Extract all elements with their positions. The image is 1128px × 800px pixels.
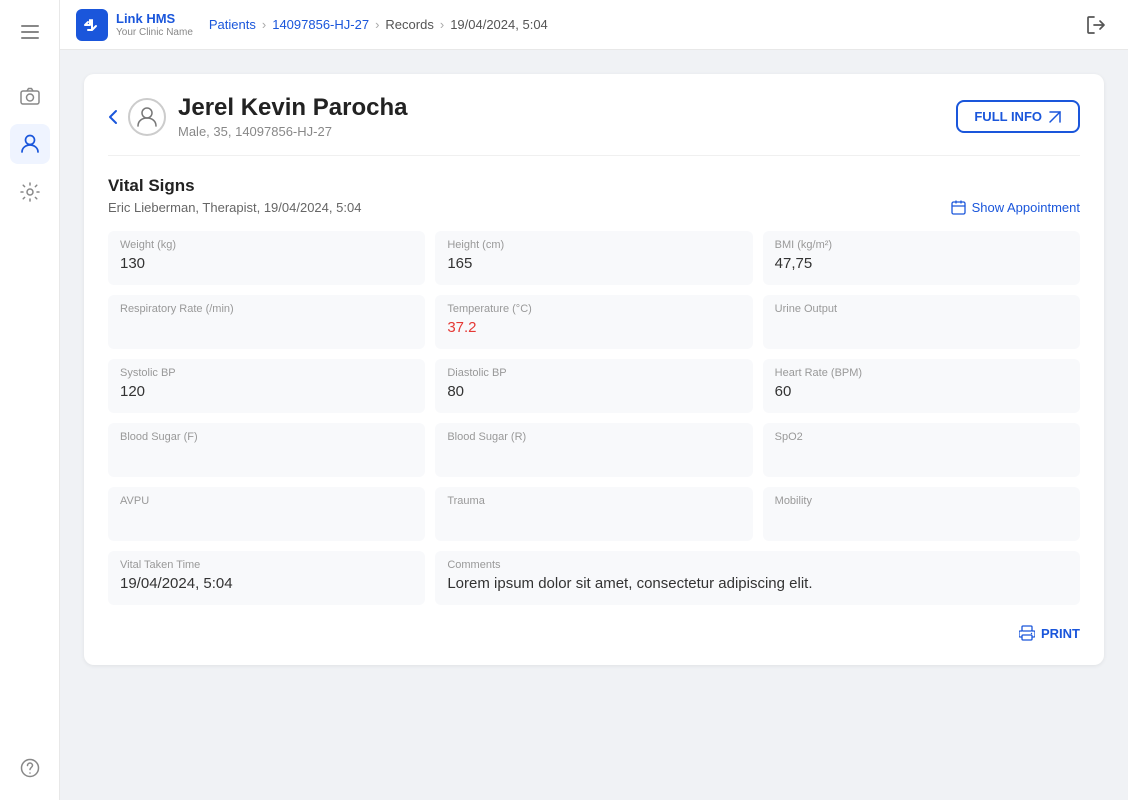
vital-temperature: Temperature (°C) 37.2 — [435, 295, 752, 349]
vital-taken-time-value: 19/04/2024, 5:04 — [120, 575, 413, 595]
vital-signs-title: Vital Signs — [108, 176, 1080, 196]
vital-temperature-label: Temperature (°C) — [447, 303, 740, 315]
breadcrumb-patients[interactable]: Patients — [209, 17, 256, 32]
vital-avpu-value — [120, 511, 413, 531]
vital-temperature-value: 37.2 — [447, 319, 740, 339]
vital-signs-section: Vital Signs Eric Lieberman, Therapist, 1… — [108, 176, 1080, 641]
vital-urine-output-value — [775, 319, 1068, 339]
patient-header: Jerel Kevin Parocha Male, 35, 14097856-H… — [108, 94, 1080, 156]
vital-spo2: SpO2 — [763, 423, 1080, 477]
settings-icon[interactable] — [10, 172, 50, 212]
vital-spo2-value — [775, 447, 1068, 467]
vital-grid: Weight (kg) 130 Height (cm) 165 BMI (kg/… — [108, 231, 1080, 605]
print-label: PRINT — [1041, 626, 1080, 641]
vital-bmi-label: BMI (kg/m²) — [775, 239, 1068, 251]
vital-bmi: BMI (kg/m²) 47,75 — [763, 231, 1080, 285]
vital-systolic-bp: Systolic BP 120 — [108, 359, 425, 413]
breadcrumb: Patients › 14097856-HJ-27 › Records › 19… — [209, 17, 548, 32]
vital-comments-label: Comments — [447, 559, 1068, 571]
vital-systolic-bp-label: Systolic BP — [120, 367, 413, 379]
menu-icon[interactable] — [10, 12, 50, 52]
vital-blood-sugar-f-value — [120, 447, 413, 467]
main-area: Link HMS Your Clinic Name Patients › 140… — [60, 0, 1128, 800]
vital-blood-sugar-f: Blood Sugar (F) — [108, 423, 425, 477]
vital-urine-output-label: Urine Output — [775, 303, 1068, 315]
vital-height-label: Height (cm) — [447, 239, 740, 251]
patient-name: Jerel Kevin Parocha — [178, 94, 956, 122]
help-icon[interactable] — [10, 748, 50, 788]
vital-trauma: Trauma — [435, 487, 752, 541]
breadcrumb-sep-1: › — [262, 17, 266, 32]
vital-trauma-label: Trauma — [447, 495, 740, 507]
vital-bmi-value: 47,75 — [775, 255, 1068, 275]
logo-subtitle: Your Clinic Name — [116, 27, 193, 38]
logo-icon — [76, 9, 108, 41]
vital-respiratory-rate-value — [120, 319, 413, 339]
vital-heart-rate: Heart Rate (BPM) 60 — [763, 359, 1080, 413]
vital-diastolic-bp: Diastolic BP 80 — [435, 359, 752, 413]
vital-provider: Eric Lieberman, Therapist, 19/04/2024, 5… — [108, 200, 361, 215]
vital-height: Height (cm) 165 — [435, 231, 752, 285]
vital-diastolic-bp-label: Diastolic BP — [447, 367, 740, 379]
vital-height-value: 165 — [447, 255, 740, 275]
show-appointment-label: Show Appointment — [972, 200, 1080, 215]
breadcrumb-timestamp: 19/04/2024, 5:04 — [450, 17, 548, 32]
breadcrumb-sep-2: › — [375, 17, 379, 32]
vital-mobility-label: Mobility — [775, 495, 1068, 507]
vital-weight-label: Weight (kg) — [120, 239, 413, 251]
sidebar — [0, 0, 60, 800]
vital-weight-value: 130 — [120, 255, 413, 275]
logo-title: Link HMS — [116, 11, 193, 27]
topnav: Link HMS Your Clinic Name Patients › 140… — [60, 0, 1128, 50]
vital-comments: Comments Lorem ipsum dolor sit amet, con… — [435, 551, 1080, 605]
logo: Link HMS Your Clinic Name — [76, 9, 193, 41]
vital-blood-sugar-f-label: Blood Sugar (F) — [120, 431, 413, 443]
full-info-label: FULL INFO — [974, 109, 1042, 124]
vital-blood-sugar-r-value — [447, 447, 740, 467]
breadcrumb-patient-id[interactable]: 14097856-HJ-27 — [272, 17, 369, 32]
patient-meta: Male, 35, 14097856-HJ-27 — [178, 124, 956, 139]
vital-avpu-label: AVPU — [120, 495, 413, 507]
logout-button[interactable] — [1080, 9, 1112, 41]
patient-avatar — [128, 98, 166, 136]
print-button[interactable]: PRINT — [1019, 625, 1080, 641]
content: Jerel Kevin Parocha Male, 35, 14097856-H… — [60, 50, 1128, 800]
vital-heart-rate-label: Heart Rate (BPM) — [775, 367, 1068, 379]
vital-diastolic-bp-value: 80 — [447, 383, 740, 403]
patient-info: Jerel Kevin Parocha Male, 35, 14097856-H… — [178, 94, 956, 139]
vital-mobility: Mobility — [763, 487, 1080, 541]
vital-weight: Weight (kg) 130 — [108, 231, 425, 285]
show-appointment-button[interactable]: Show Appointment — [951, 200, 1080, 215]
vital-respiratory-rate: Respiratory Rate (/min) — [108, 295, 425, 349]
vital-spo2-label: SpO2 — [775, 431, 1068, 443]
vital-sub-row: Eric Lieberman, Therapist, 19/04/2024, 5… — [108, 200, 1080, 215]
breadcrumb-records: Records — [385, 17, 433, 32]
vital-heart-rate-value: 60 — [775, 383, 1068, 403]
vital-trauma-value — [447, 511, 740, 531]
vital-avpu: AVPU — [108, 487, 425, 541]
vital-blood-sugar-r: Blood Sugar (R) — [435, 423, 752, 477]
camera-icon[interactable] — [10, 76, 50, 116]
vital-comments-value: Lorem ipsum dolor sit amet, consectetur … — [447, 575, 1068, 595]
vital-mobility-value — [775, 511, 1068, 531]
vital-respiratory-rate-label: Respiratory Rate (/min) — [120, 303, 413, 315]
vital-taken-time: Vital Taken Time 19/04/2024, 5:04 — [108, 551, 425, 605]
vital-blood-sugar-r-label: Blood Sugar (R) — [447, 431, 740, 443]
back-button[interactable] — [108, 109, 118, 125]
vital-urine-output: Urine Output — [763, 295, 1080, 349]
breadcrumb-sep-3: › — [440, 17, 444, 32]
vital-systolic-bp-value: 120 — [120, 383, 413, 403]
patients-icon[interactable] — [10, 124, 50, 164]
print-row: PRINT — [108, 625, 1080, 641]
patient-card: Jerel Kevin Parocha Male, 35, 14097856-H… — [84, 74, 1104, 665]
full-info-button[interactable]: FULL INFO — [956, 100, 1080, 133]
vital-taken-time-label: Vital Taken Time — [120, 559, 413, 571]
